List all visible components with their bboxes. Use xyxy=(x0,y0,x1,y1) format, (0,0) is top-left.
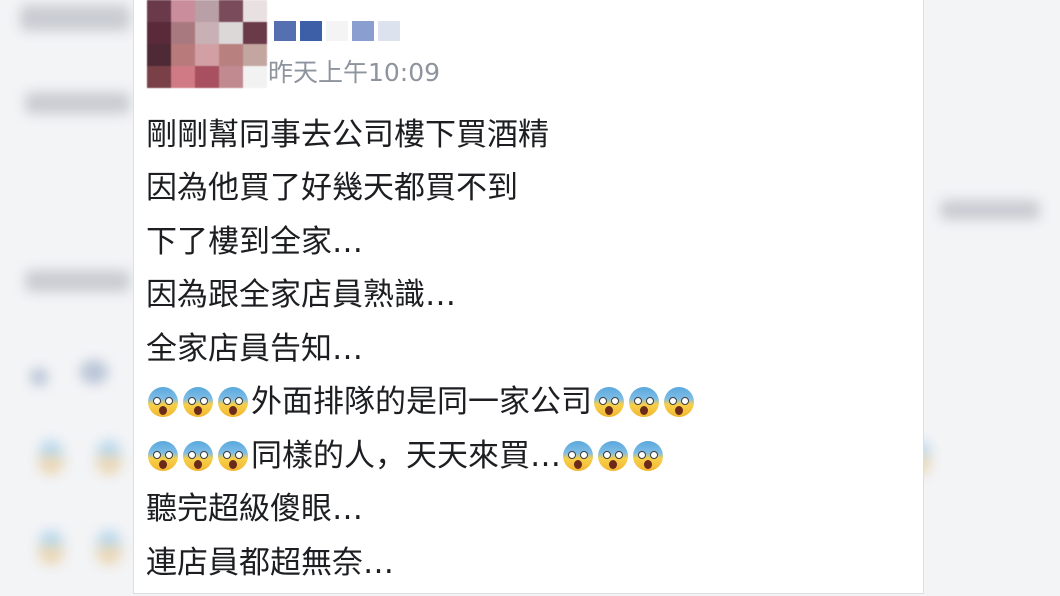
avatar-pixel xyxy=(195,0,219,22)
blurred-text xyxy=(25,270,130,292)
blurred-dot xyxy=(80,360,108,384)
blurred-text xyxy=(940,200,1040,220)
face-screaming-in-fear-icon xyxy=(629,387,659,418)
avatar-pixel xyxy=(219,66,243,88)
blurred-text xyxy=(25,92,130,114)
post-line: 外面排隊的是同一家公司 xyxy=(146,376,916,430)
avatar-pixel xyxy=(147,44,171,66)
face-screaming-in-fear-icon xyxy=(148,440,178,471)
avatar-pixel xyxy=(147,0,171,22)
post-line-text: 外面排隊的是同一家公司 xyxy=(251,384,592,421)
face-screaming-in-fear-icon xyxy=(598,440,628,471)
avatar-pixel xyxy=(219,22,243,44)
post-line-text: 同樣的人，天天來買… xyxy=(251,437,561,474)
post-line: 聽完超級傻眼… xyxy=(146,483,916,537)
face-screaming-in-fear-icon xyxy=(183,387,213,418)
face-screaming-in-fear-icon xyxy=(218,387,248,418)
author-name-pixel xyxy=(352,21,374,41)
post-line: 同樣的人，天天來買… xyxy=(146,429,916,483)
avatar-pixel xyxy=(243,44,267,66)
avatar-pixel xyxy=(243,22,267,44)
post-line: 因為他買了好幾天都買不到 xyxy=(146,162,916,216)
blurred-emoji xyxy=(38,530,64,564)
avatar-pixel xyxy=(219,44,243,66)
post-line: 因為跟全家店員熟識… xyxy=(146,269,916,323)
avatar-pixel xyxy=(147,66,171,88)
post-line: 下了樓到全家… xyxy=(146,215,916,269)
post-line-text: 因為他買了好幾天都買不到 xyxy=(146,170,518,207)
avatar-pixel xyxy=(195,22,219,44)
face-screaming-in-fear-icon xyxy=(148,387,178,418)
post-body: 剛剛幫同事去公司樓下買酒精 因為他買了好幾天都買不到 下了樓到全家… 因為跟全家… xyxy=(146,108,916,590)
author-name-pixel xyxy=(378,21,400,41)
face-screaming-in-fear-icon xyxy=(664,387,694,418)
avatar-pixel xyxy=(171,22,195,44)
face-screaming-in-fear-icon xyxy=(594,387,624,418)
post-line-text: 因為跟全家店員熟識… xyxy=(146,277,456,314)
blurred-emoji xyxy=(96,440,122,474)
avatar-pixel xyxy=(243,0,267,22)
post-line-text: 連店員都超無奈… xyxy=(146,544,394,581)
post-timestamp[interactable]: 昨天上午10:09 xyxy=(268,56,440,90)
avatar[interactable] xyxy=(147,0,267,88)
blurred-emoji xyxy=(96,530,122,564)
avatar-pixel xyxy=(243,66,267,88)
blurred-text xyxy=(20,5,130,31)
post-line-text: 下了樓到全家… xyxy=(146,223,363,260)
blurred-emoji xyxy=(38,440,64,474)
face-screaming-in-fear-icon xyxy=(218,440,248,471)
face-screaming-in-fear-icon xyxy=(183,440,213,471)
blurred-dot xyxy=(30,368,48,386)
post-line: 連店員都超無奈… xyxy=(146,536,916,590)
post-line: 剛剛幫同事去公司樓下買酒精 xyxy=(146,108,916,162)
avatar-pixel xyxy=(195,66,219,88)
post-line: 全家店員告知… xyxy=(146,322,916,376)
post-line-text: 全家店員告知… xyxy=(146,330,363,367)
facebook-post-card: 昨天上午10:09 剛剛幫同事去公司樓下買酒精 因為他買了好幾天都買不到 下了樓… xyxy=(133,0,924,594)
face-screaming-in-fear-icon xyxy=(633,440,663,471)
avatar-pixel xyxy=(195,44,219,66)
avatar-pixel xyxy=(147,22,171,44)
avatar-pixel xyxy=(171,66,195,88)
post-line-text: 剛剛幫同事去公司樓下買酒精 xyxy=(146,116,549,153)
post-line-text: 聽完超級傻眼… xyxy=(146,491,363,528)
avatar-pixel xyxy=(171,44,195,66)
avatar-pixel xyxy=(219,0,243,22)
author-name-pixel xyxy=(274,21,296,41)
avatar-pixel xyxy=(171,0,195,22)
author-name-pixelated[interactable] xyxy=(274,20,400,42)
author-name-pixel xyxy=(326,21,348,41)
face-screaming-in-fear-icon xyxy=(563,440,593,471)
author-name-pixel xyxy=(300,21,322,41)
